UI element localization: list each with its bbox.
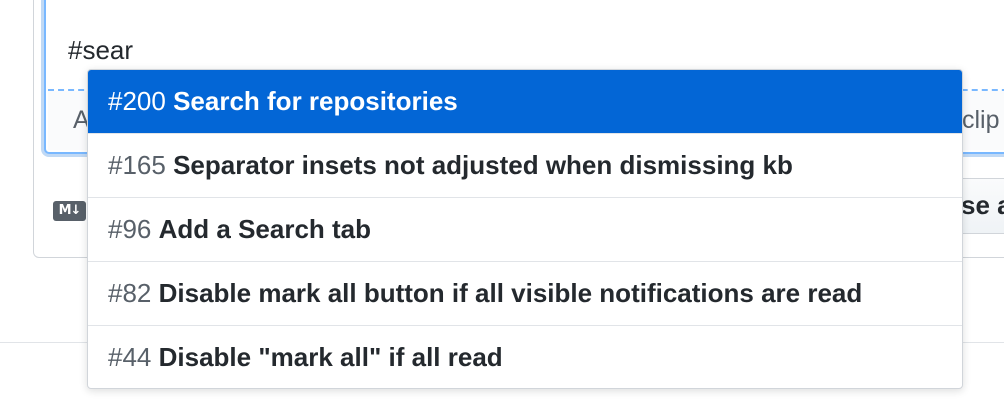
issue-number: #165	[108, 150, 166, 180]
issue-number: #200	[108, 86, 166, 116]
issue-number: #44	[108, 342, 152, 372]
textarea-value[interactable]: #sear	[68, 33, 133, 67]
suggester-item[interactable]: #82 Disable mark all button if all visib…	[88, 262, 962, 326]
close-issue-button-label: se a	[961, 190, 1004, 220]
issue-title: Disable mark all button if all visible n…	[158, 278, 863, 308]
issue-comment-composer: #sear A clip M↓ se a #200 Search for rep…	[0, 0, 1004, 410]
issue-title: Disable "mark all" if all read	[158, 342, 503, 372]
attach-paste-text: clip	[962, 106, 1000, 134]
issue-title: Separator insets not adjusted when dismi…	[173, 150, 793, 180]
suggester-item[interactable]: #96 Add a Search tab	[88, 198, 962, 262]
issue-title: Search for repositories	[173, 86, 458, 116]
issue-number: #96	[108, 214, 152, 244]
suggester-item[interactable]: #200 Search for repositories	[88, 70, 962, 134]
issue-number: #82	[108, 278, 152, 308]
issue-title: Add a Search tab	[158, 214, 372, 244]
suggester-item[interactable]: #165 Separator insets not adjusted when …	[88, 134, 962, 198]
suggester-item[interactable]: #44 Disable "mark all" if all read	[88, 326, 962, 388]
issue-suggester-dropdown: #200 Search for repositories #165 Separa…	[87, 69, 963, 389]
markdown-icon[interactable]: M↓	[53, 201, 86, 221]
